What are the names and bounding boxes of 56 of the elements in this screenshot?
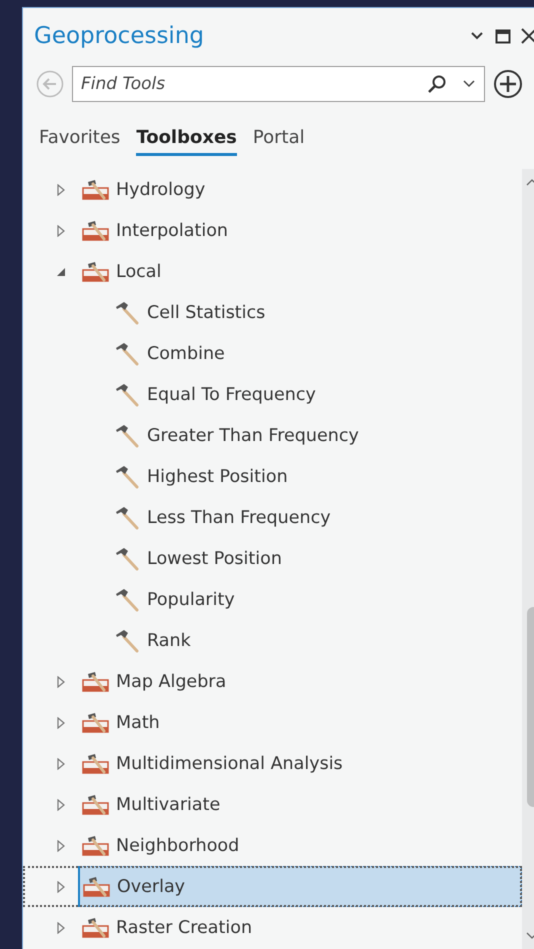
toolbox-item[interactable]: Overlay xyxy=(78,866,522,907)
collapse-icon[interactable] xyxy=(55,266,67,278)
toolbox-item[interactable]: Raster Creation xyxy=(78,907,522,948)
tab[interactable]: Toolboxes xyxy=(136,126,237,156)
toolbox-item[interactable]: Multidimensional Analysis xyxy=(78,743,522,784)
hammer-icon xyxy=(113,546,141,570)
tool-item[interactable]: Combine xyxy=(109,333,522,374)
toolbox-icon xyxy=(82,712,110,734)
tab[interactable]: Favorites xyxy=(39,126,120,156)
toolbox-item[interactable]: Neighborhood xyxy=(78,825,522,866)
tool-item[interactable]: Rank xyxy=(109,620,522,661)
add-icon[interactable] xyxy=(493,69,523,99)
hammer-icon xyxy=(113,588,141,612)
tab[interactable]: Portal xyxy=(252,126,305,156)
hammer-icon xyxy=(113,628,141,652)
expand-icon[interactable] xyxy=(55,922,67,934)
toolbox-item[interactable]: Interpolation xyxy=(78,210,522,251)
expand-icon[interactable] xyxy=(55,184,67,196)
search-icon[interactable] xyxy=(427,74,447,94)
tool-item[interactable]: Highest Position xyxy=(109,456,522,497)
toolbox-icon xyxy=(82,178,110,200)
expand-icon[interactable] xyxy=(55,676,67,688)
tool-item[interactable]: Less Than Frequency xyxy=(109,497,522,538)
hammer-icon xyxy=(113,382,141,406)
toolbox-item[interactable]: Math xyxy=(78,702,522,743)
dropdown-icon[interactable] xyxy=(463,80,475,88)
toolbox-item[interactable]: Local xyxy=(78,251,522,292)
expand-icon[interactable] xyxy=(55,716,67,728)
tool-item[interactable]: Equal To Frequency xyxy=(109,374,522,415)
toolbox-icon xyxy=(82,260,110,282)
search-field[interactable]: Find Tools xyxy=(72,66,485,102)
tool-item[interactable]: Lowest Position xyxy=(109,538,522,579)
expand-icon[interactable] xyxy=(55,840,67,852)
hammer-icon xyxy=(113,424,141,448)
toolbox-item[interactable]: Map Algebra xyxy=(78,661,522,702)
toolbox-item[interactable]: Hydrology xyxy=(78,169,522,210)
hammer-icon xyxy=(113,342,141,366)
window-title: Geoprocessing xyxy=(34,23,205,49)
tool-item[interactable]: Cell Statistics xyxy=(109,292,522,333)
tool-item[interactable]: Popularity xyxy=(109,579,522,620)
toolbox-icon xyxy=(82,916,110,938)
toolbox-icon xyxy=(82,220,110,242)
tool-item[interactable]: Greater Than Frequency xyxy=(109,415,522,456)
expand-icon[interactable] xyxy=(55,880,67,892)
toolbox-icon xyxy=(83,876,111,898)
expand-icon[interactable] xyxy=(55,224,67,236)
toolbox-item[interactable]: Multivariate xyxy=(78,784,522,825)
hammer-icon xyxy=(113,506,141,530)
hammer-icon xyxy=(113,464,141,488)
expand-icon[interactable] xyxy=(55,798,67,810)
hammer-icon xyxy=(113,300,141,324)
toolbox-icon xyxy=(82,834,110,856)
toolbox-icon xyxy=(82,752,110,774)
expand-icon[interactable] xyxy=(55,758,67,770)
toolbox-icon xyxy=(82,670,110,692)
toolbox-icon xyxy=(82,794,110,816)
